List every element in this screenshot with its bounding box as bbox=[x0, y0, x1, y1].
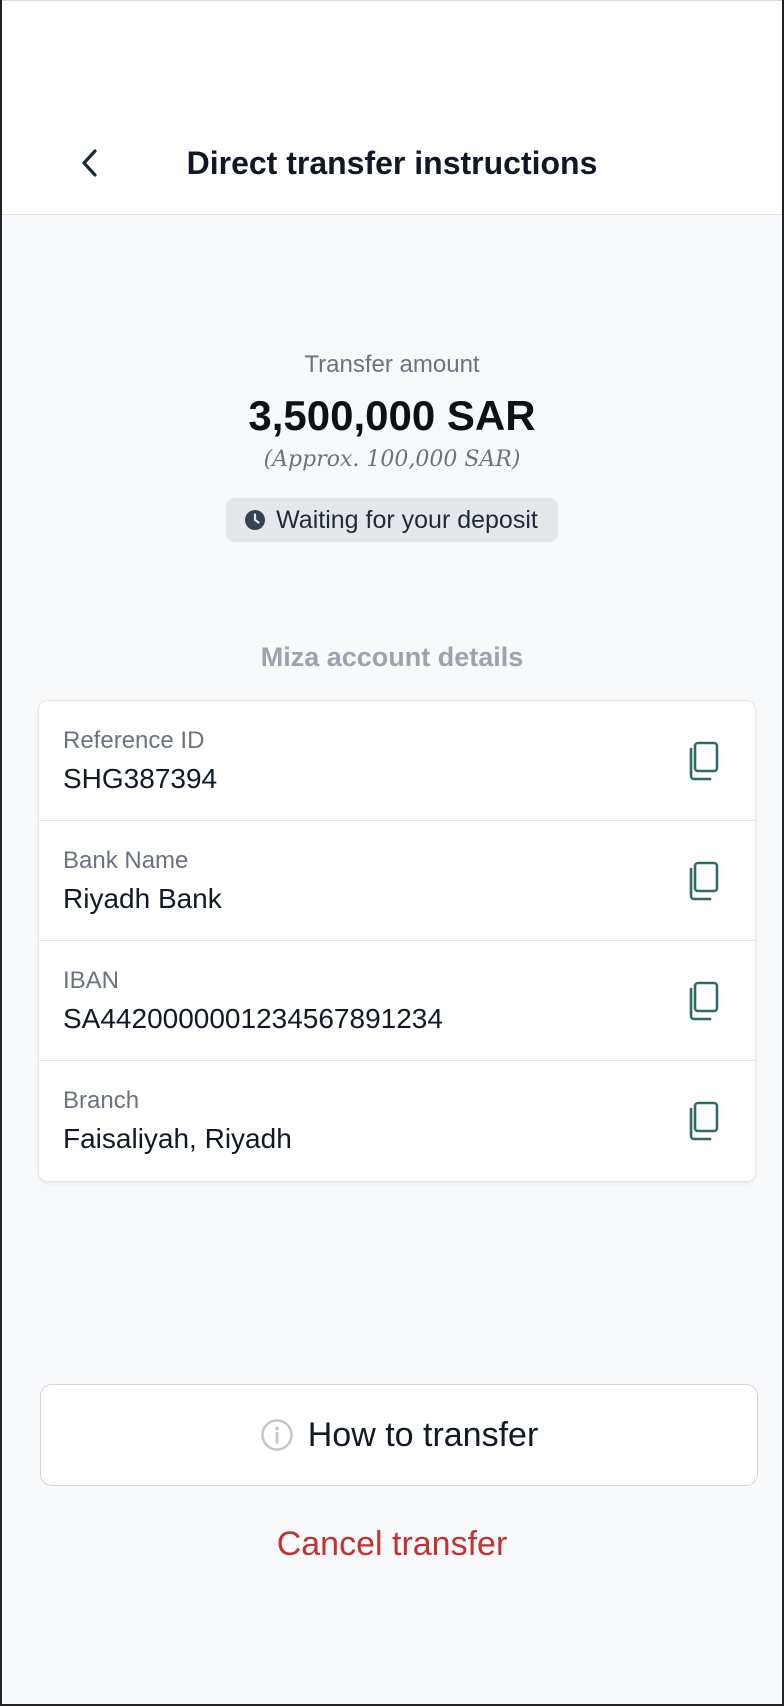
account-details-title: Miza account details bbox=[260, 642, 524, 672]
detail-label: Branch bbox=[63, 1087, 140, 1114]
top-app-bar: Direct transfer instructions bbox=[2, 0, 782, 215]
copy-icon bbox=[689, 981, 719, 1021]
copy-reference-id-button[interactable] bbox=[683, 739, 727, 783]
detail-row-iban: IBAN SA4420000001234567891234 bbox=[39, 941, 755, 1061]
detail-value: Riyadh Bank bbox=[63, 883, 222, 914]
copy-branch-button[interactable] bbox=[683, 1099, 727, 1143]
page-title: Direct transfer instructions bbox=[186, 145, 598, 181]
copy-iban-button[interactable] bbox=[683, 979, 727, 1023]
detail-row-bank-name: Bank Name Riyadh Bank bbox=[39, 821, 755, 941]
transfer-instructions-screen: Direct transfer instructions Transfer am… bbox=[0, 0, 784, 1706]
status-text: Waiting for your deposit bbox=[276, 505, 538, 534]
approx-amount: (Approx. 100,000 SAR) bbox=[263, 447, 521, 472]
how-to-transfer-button[interactable]: How to transfer bbox=[40, 1384, 758, 1486]
detail-value: SA4420000001234567891234 bbox=[63, 1003, 443, 1034]
copy-bank-name-button[interactable] bbox=[683, 859, 727, 903]
account-details-card: Reference ID SHG387394 Bank Name Riyadh … bbox=[38, 700, 756, 1182]
transfer-amount-value: 3,500,000 SAR bbox=[248, 392, 536, 439]
detail-value: Faisaliyah, Riyadh bbox=[63, 1123, 292, 1154]
status-badge: Waiting for your deposit bbox=[226, 498, 558, 542]
detail-label: IBAN bbox=[63, 967, 120, 994]
detail-label: Reference ID bbox=[63, 727, 205, 754]
transfer-amount-label: Transfer amount bbox=[304, 351, 480, 378]
copy-icon bbox=[689, 1101, 719, 1141]
info-icon bbox=[260, 1419, 293, 1451]
cancel-transfer-button[interactable]: Cancel transfer bbox=[2, 1525, 782, 1564]
how-to-transfer-label: How to transfer bbox=[307, 1415, 539, 1454]
copy-icon bbox=[689, 861, 719, 901]
copy-icon bbox=[689, 741, 719, 781]
detail-row-reference-id: Reference ID SHG387394 bbox=[39, 701, 755, 821]
detail-value: SHG387394 bbox=[63, 763, 218, 794]
transfer-summary: Transfer amount 3,500,000 SAR (Approx. 1… bbox=[2, 348, 782, 542]
detail-label: Bank Name bbox=[63, 847, 189, 874]
clock-icon bbox=[244, 509, 266, 531]
detail-row-branch: Branch Faisaliyah, Riyadh bbox=[39, 1061, 755, 1181]
